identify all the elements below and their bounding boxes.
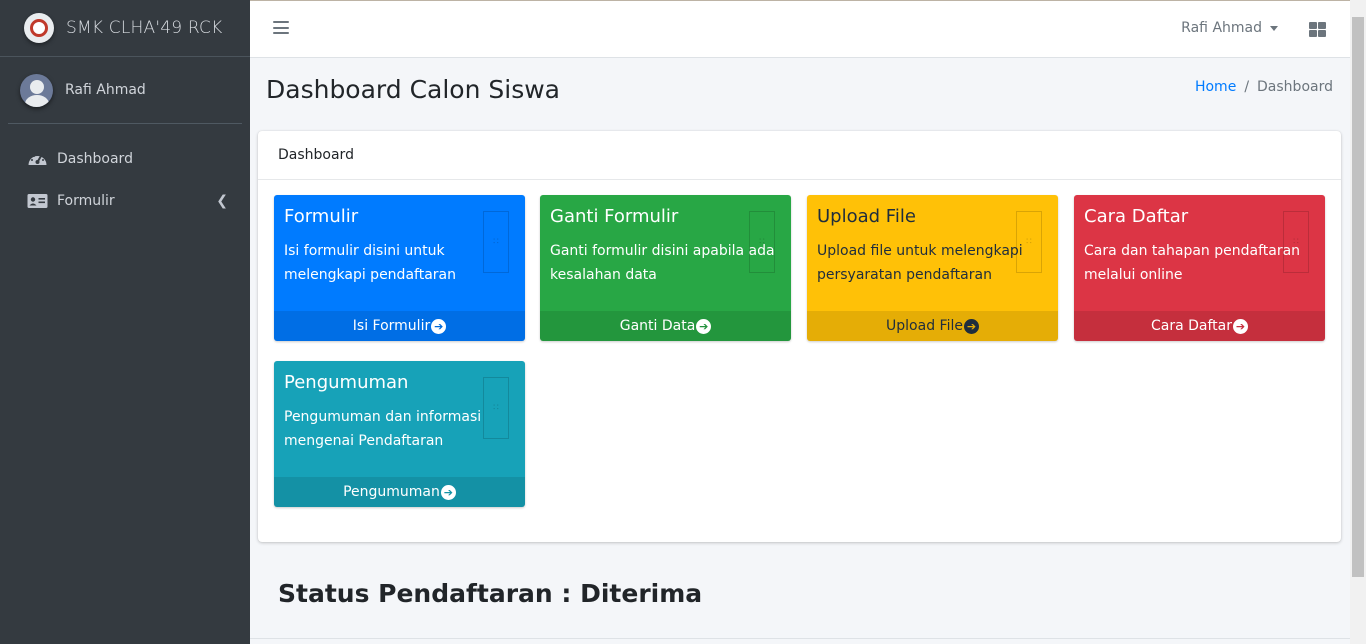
arrow-circle-right-icon: ➔: [1233, 318, 1248, 334]
sidebar-item-label: Formulir: [57, 193, 115, 209]
school-logo-icon: [24, 13, 54, 43]
small-box-formulir: Formulir Isi formulir disini untuk melen…: [274, 195, 525, 341]
box-description: Pengumuman dan informasi mengenai Pendaf…: [284, 409, 482, 449]
small-box-upload-file: Upload File Upload file untuk melengkapi…: [807, 195, 1058, 341]
broken-image-icon: ∷: [483, 211, 509, 273]
cara-daftar-link[interactable]: Cara Daftar ➔: [1074, 311, 1325, 341]
box-link-label: Ganti Data: [619, 318, 696, 334]
sidebar: SMK CLHA'49 RCK Rafi Ahmad Dashboard For…: [0, 0, 250, 644]
box-title: Pengumuman: [284, 372, 409, 393]
breadcrumb: Home / Dashboard: [1195, 79, 1333, 95]
box-link-label: Isi Formulir: [352, 318, 431, 334]
user-dropdown[interactable]: Rafi Ahmad: [1181, 20, 1278, 36]
upload-file-link[interactable]: Upload File ➔: [807, 311, 1058, 341]
tachometer-icon: [27, 151, 48, 167]
arrow-circle-right-icon: ➔: [431, 318, 447, 334]
small-box-ganti-formulir: Ganti Formulir Ganti formulir disini apa…: [540, 195, 791, 341]
box-description: Isi formulir disini untuk melengkapi pen…: [284, 243, 456, 283]
broken-image-icon: ∷: [749, 211, 775, 273]
topbar-user-name: Rafi Ahmad: [1181, 20, 1262, 36]
box-description: Upload file untuk melengkapi persyaratan…: [817, 243, 1023, 283]
isi-formulir-link[interactable]: Isi Formulir ➔: [274, 311, 525, 341]
sidebar-nav: Dashboard Formulir ❮: [0, 138, 250, 222]
pengumuman-link[interactable]: Pengumuman ➔: [274, 477, 525, 507]
chevron-left-icon[interactable]: ❮: [216, 193, 228, 209]
sidebar-item-label: Dashboard: [57, 151, 133, 167]
small-box-cara-daftar: Cara Daftar Cara dan tahapan pendaftaran…: [1074, 195, 1325, 341]
broken-image-icon: ∷: [483, 377, 509, 439]
brand-name: SMK CLHA'49 RCK: [66, 18, 223, 38]
box-link-label: Cara Daftar: [1150, 318, 1232, 334]
breadcrumb-home-link[interactable]: Home: [1195, 79, 1236, 95]
registration-status: Status Pendaftaran : Diterima: [278, 579, 703, 608]
box-description: Cara dan tahapan pendaftaran melalui onl…: [1084, 243, 1301, 283]
small-box-pengumuman: Pengumuman Pengumuman dan informasi meng…: [274, 361, 525, 507]
menu-toggle-icon[interactable]: [273, 21, 289, 35]
page-title: Dashboard Calon Siswa: [266, 75, 560, 104]
caret-down-icon: [1270, 25, 1278, 31]
box-title: Cara Daftar: [1084, 206, 1189, 227]
box-link-label: Upload File: [886, 318, 963, 334]
box-title: Formulir: [284, 206, 359, 227]
box-description: Ganti formulir disini apabila ada kesala…: [550, 243, 775, 283]
box-title: Ganti Formulir: [550, 206, 679, 227]
breadcrumb-current: Dashboard: [1257, 79, 1333, 95]
arrow-circle-right-icon: ➔: [440, 484, 456, 500]
dashboard-card: Dashboard Formulir Isi formulir disini u…: [258, 131, 1341, 542]
divider: [250, 638, 1350, 639]
box-title: Upload File: [817, 206, 916, 227]
broken-image-icon: ∷: [1016, 211, 1042, 273]
arrow-circle-right-icon: ➔: [963, 318, 979, 334]
id-card-icon: [27, 193, 48, 209]
user-panel[interactable]: Rafi Ahmad: [8, 57, 242, 124]
card-header: Dashboard: [258, 131, 1341, 180]
sidebar-item-formulir[interactable]: Formulir ❮: [0, 180, 250, 222]
brand-link[interactable]: SMK CLHA'49 RCK: [0, 0, 250, 57]
ganti-data-link[interactable]: Ganti Data ➔: [540, 311, 791, 341]
apps-grid-icon[interactable]: [1309, 22, 1326, 37]
sidebar-item-dashboard[interactable]: Dashboard: [0, 138, 250, 180]
scrollbar[interactable]: [1350, 0, 1366, 644]
box-link-label: Pengumuman: [343, 484, 440, 500]
user-avatar-icon: [20, 73, 53, 107]
top-navbar: Rafi Ahmad: [250, 0, 1350, 58]
sidebar-user-name[interactable]: Rafi Ahmad: [65, 82, 146, 98]
broken-image-icon: ∷: [1283, 211, 1309, 273]
scrollbar-thumb[interactable]: [1352, 17, 1364, 577]
breadcrumb-separator: /: [1244, 79, 1250, 95]
arrow-circle-right-icon: ➔: [696, 318, 712, 334]
